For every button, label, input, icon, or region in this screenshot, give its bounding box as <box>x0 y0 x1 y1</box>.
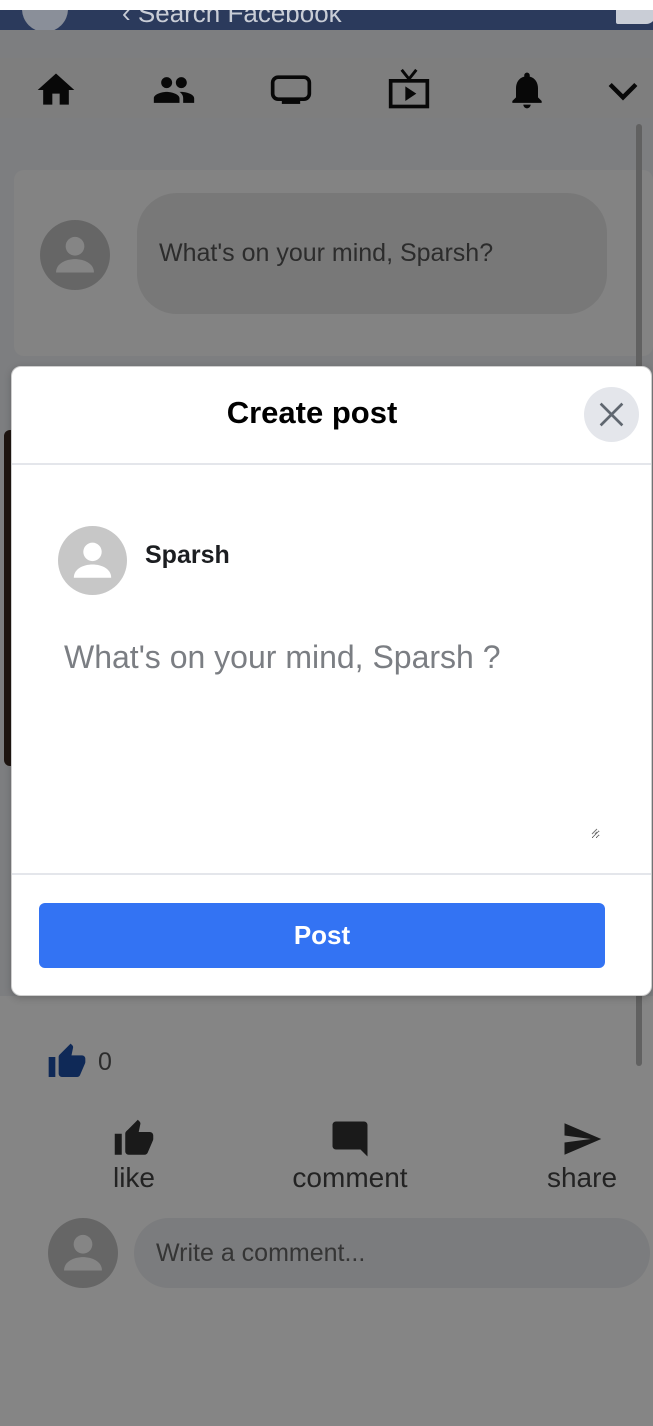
search-input[interactable]: ‹ Search Facebook <box>122 10 342 29</box>
avatar[interactable] <box>58 526 127 595</box>
top-bar: ‹ Search Facebook <box>0 10 653 30</box>
post-textarea[interactable] <box>52 629 600 839</box>
close-button[interactable] <box>584 387 639 442</box>
messenger-icon[interactable] <box>616 10 653 24</box>
footer-divider <box>12 873 651 875</box>
post-button[interactable]: Post <box>39 903 605 968</box>
page: ‹ Search Facebook What's on your mind, S… <box>0 0 653 1426</box>
modal-title: Create post <box>226 395 398 430</box>
top-avatar[interactable] <box>22 10 68 30</box>
close-icon <box>599 402 624 427</box>
resize-handle-icon[interactable] <box>590 827 598 835</box>
header-divider <box>12 463 651 465</box>
user-name: Sparsh <box>145 541 230 569</box>
create-post-modal: Create post Sparsh Post <box>11 366 652 996</box>
